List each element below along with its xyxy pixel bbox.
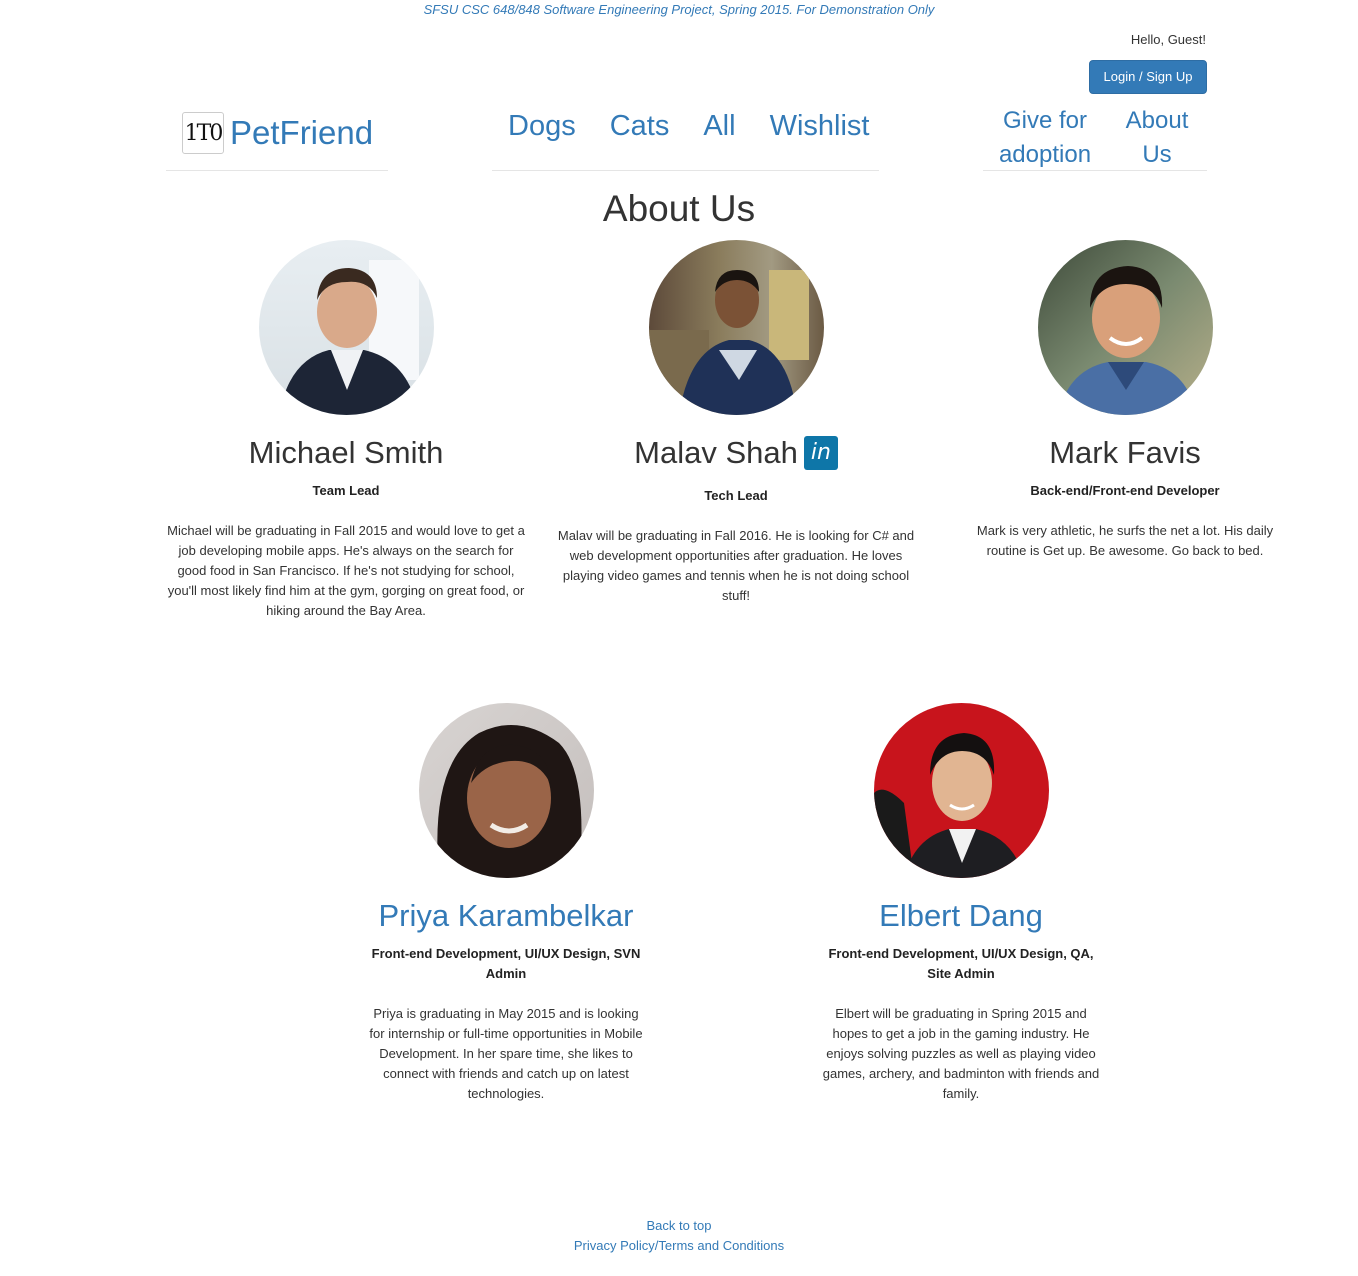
page-title: About Us [602,188,756,229]
give-line-2: adoption [998,141,1092,168]
nav-all-link[interactable]: All [703,110,735,143]
brand-name-link[interactable]: PetFriend [230,114,373,152]
linkedin-icon[interactable]: in [803,436,838,470]
member-name-link[interactable]: Priya Karambelkar [366,896,646,936]
nav-cats-link[interactable]: Cats [610,110,670,143]
member-name: Michael Smith [248,435,444,470]
about-line-2: Us [1142,141,1172,168]
member-bio: Priya is graduating in May 2015 and is l… [369,1006,643,1101]
member-name-link[interactable]: Elbert Dang [820,896,1102,936]
login-signup-button[interactable]: Login / Sign Up [1089,60,1207,94]
avatar [418,703,594,878]
footer: Back to top Privacy Policy/Terms and Con… [0,1216,1358,1256]
member-role: Team Lead [312,483,380,498]
member-name-text: Malav Shah [634,435,798,470]
demo-banner: SFSU CSC 648/848 Software Engineering Pr… [423,2,935,17]
brand-logo-icon: 1T0 [182,112,224,154]
main-nav: Dogs Cats All Wishlist [492,96,879,171]
avatar [873,703,1049,878]
member-name: Mark Favis [1049,435,1201,470]
member-card-malav-shah: Malav Shah in Tech Lead Malav will be gr… [555,240,917,606]
avatar [648,240,824,415]
member-card-priya-karambelkar: Priya Karambelkar Front-end Development,… [366,703,646,1104]
nav-dogs-link[interactable]: Dogs [508,110,576,143]
member-role: Tech Lead [704,488,768,503]
nav-give-for-adoption-link[interactable]: Give for adoption [983,104,1107,172]
member-role: Back-end/Front-end Developer [1030,483,1220,498]
about-line-1: About [1125,107,1189,134]
brand[interactable]: 1T0 PetFriend [166,96,388,171]
greeting-text: Hello, Guest! [1130,32,1206,47]
member-bio: Michael will be graduating in Fall 2015 … [167,523,525,618]
member-card-michael-smith: Michael Smith Team Lead Michael will be … [166,240,526,621]
side-nav: Give for adoption About Us [983,96,1207,171]
member-bio: Mark is very athletic, he surfs the net … [976,523,1274,558]
nav-wishlist-link[interactable]: Wishlist [770,110,870,143]
member-role: Front-end Development, UI/UX Design, SVN… [371,946,641,981]
member-bio: Elbert will be graduating in Spring 2015… [822,1006,1100,1101]
back-to-top-link[interactable]: Back to top [0,1216,1358,1236]
member-name: Malav Shah in [555,433,917,473]
give-line-1: Give for [1002,107,1088,134]
avatar [258,240,434,415]
nav-about-us-link[interactable]: About Us [1107,104,1207,172]
member-card-mark-favis: Mark Favis Back-end/Front-end Developer … [964,240,1286,561]
member-bio: Malav will be graduating in Fall 2016. H… [557,528,915,603]
member-role: Front-end Development, UI/UX Design, QA,… [828,946,1094,981]
avatar [1037,240,1213,415]
member-card-elbert-dang: Elbert Dang Front-end Development, UI/UX… [820,703,1102,1104]
privacy-terms-link[interactable]: Privacy Policy/Terms and Conditions [0,1236,1358,1256]
